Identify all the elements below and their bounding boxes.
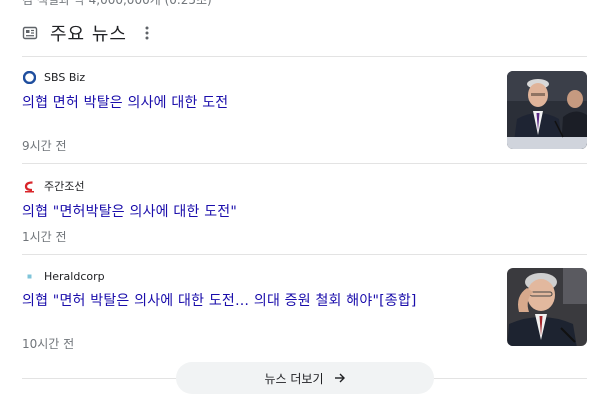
news-thumbnail[interactable]: [507, 71, 587, 149]
news-time: 1시간 전: [22, 230, 67, 244]
newspaper-icon: [22, 25, 38, 41]
top-stories-header: 주요 뉴스: [22, 20, 153, 46]
news-item[interactable]: 주간조선 의협 "면허박탈은 의사에 대한 도전" 1시간 전: [22, 164, 587, 254]
result-stats: 검 색결과 약 4,000,000개 (0.25초): [22, 0, 212, 7]
news-thumbnail[interactable]: [507, 268, 587, 346]
heraldcorp-logo: [22, 269, 36, 283]
news-item[interactable]: Heraldcorp 의협 "면허 박탈은 의사에 대한 도전… 의대 증원 철…: [22, 255, 587, 355]
source-name: Heraldcorp: [44, 269, 105, 283]
news-time: 9시간 전: [22, 139, 67, 153]
news-item[interactable]: SBS Biz 의협 면허 박탈은 의사에 대한 도전 9시간 전: [22, 57, 587, 163]
news-source: 주간조선: [22, 178, 84, 194]
more-news-button[interactable]: 뉴스 더보기: [176, 362, 434, 394]
arrow-right-icon: [334, 372, 346, 384]
more-news-label: 뉴스 더보기: [264, 371, 324, 386]
weekly-chosun-logo: [22, 179, 36, 193]
news-time: 10시간 전: [22, 337, 75, 351]
more-vert-icon[interactable]: [141, 23, 153, 43]
news-headline[interactable]: 의협 면허 박탈은 의사에 대한 도전: [22, 92, 228, 112]
news-source: Heraldcorp: [22, 268, 105, 284]
sbs-biz-logo: [22, 70, 36, 84]
source-name: 주간조선: [44, 180, 85, 193]
section-title: 주요 뉴스: [50, 24, 127, 45]
news-headline[interactable]: 의협 "면허 박탈은 의사에 대한 도전… 의대 증원 철회 해야"[종합]: [22, 290, 417, 310]
source-name: SBS Biz: [44, 70, 86, 84]
news-source: SBS Biz: [22, 69, 85, 85]
news-headline[interactable]: 의협 "면허박탈은 의사에 대한 도전": [22, 201, 237, 221]
